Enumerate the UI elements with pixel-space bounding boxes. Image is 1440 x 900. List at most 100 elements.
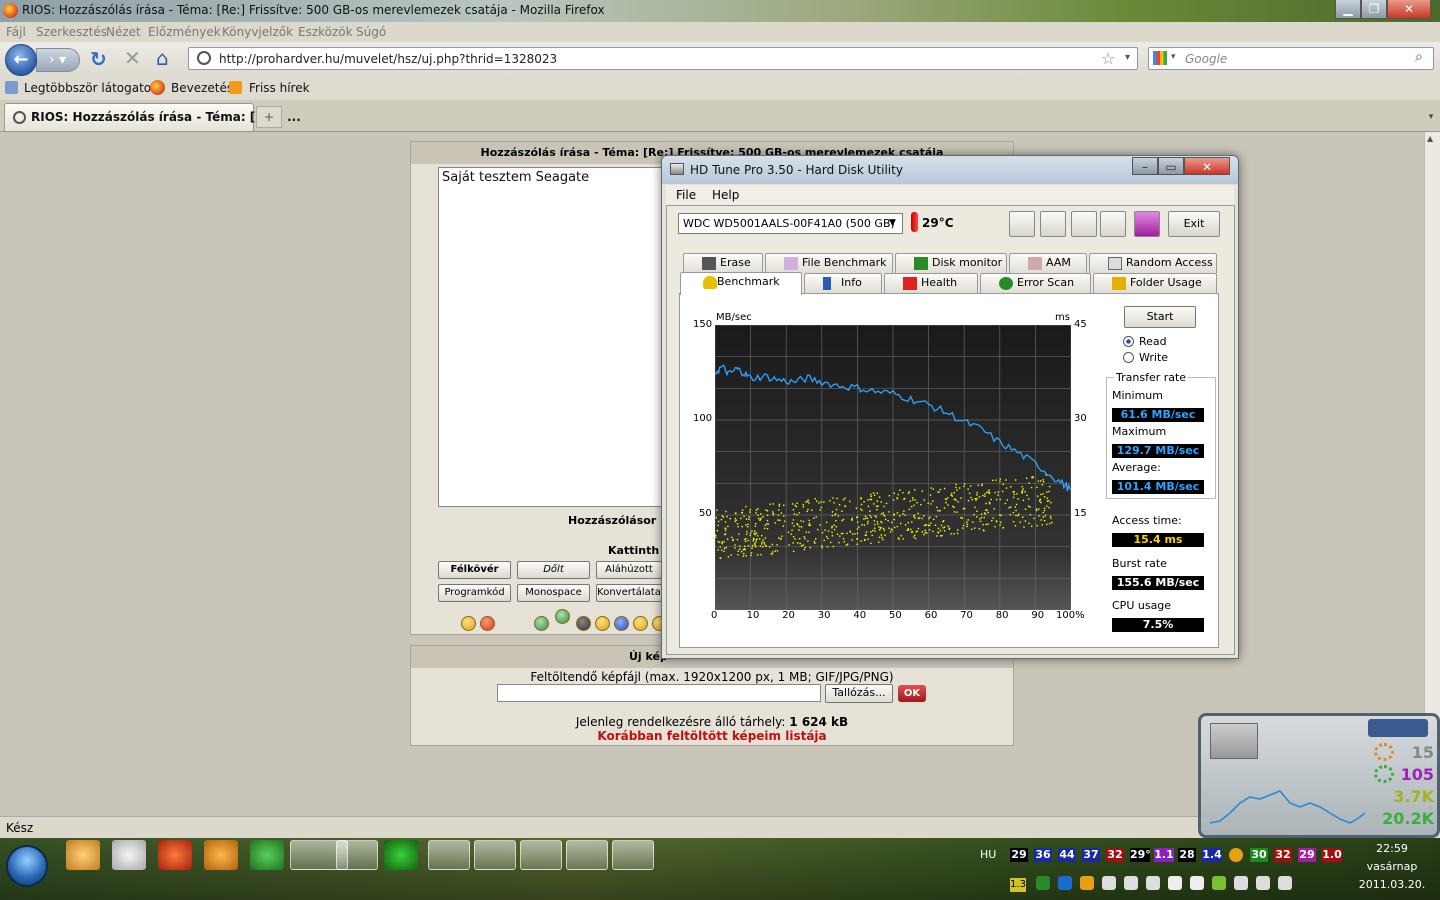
alien-smiley-icon[interactable] xyxy=(555,609,570,624)
menu-history[interactable]: Előzmények xyxy=(148,25,221,39)
dark-smiley-icon[interactable] xyxy=(576,616,591,631)
taskbar-app-icon[interactable] xyxy=(112,840,146,870)
tray-value[interactable]: 32 xyxy=(1106,848,1124,862)
google-icon[interactable] xyxy=(1153,51,1167,65)
info-icon[interactable] xyxy=(1229,848,1243,862)
bookmark-getting-started[interactable]: Bevezetés xyxy=(171,81,233,95)
home-icon[interactable]: ⌂ xyxy=(156,46,169,70)
monospace-button[interactable]: Monospace xyxy=(517,584,590,602)
forward-button[interactable]: › ▾ xyxy=(36,48,80,72)
search-engine-dropdown-icon[interactable]: ▾ xyxy=(1171,52,1176,62)
tray-icon[interactable] xyxy=(1212,876,1226,890)
tray-icon[interactable] xyxy=(1278,876,1292,890)
bookmark-star-icon[interactable]: ☆ xyxy=(1101,49,1115,68)
clock[interactable]: 22:59 vasárnap 2011.03.20. xyxy=(1352,840,1432,900)
start-button[interactable] xyxy=(6,845,48,887)
taskbar-app-icon[interactable] xyxy=(158,840,192,870)
convert-button[interactable]: Konvertálata xyxy=(596,584,662,602)
reload-icon[interactable]: ↻ xyxy=(90,47,107,71)
tab-health[interactable]: Health xyxy=(884,273,978,293)
hdtune-minimize-button[interactable]: – xyxy=(1132,157,1158,175)
tray-icon[interactable] xyxy=(1102,876,1116,890)
write-radio[interactable] xyxy=(1123,352,1134,363)
italic-button[interactable]: Dőlt xyxy=(517,561,590,579)
bold-button[interactable]: Félkövér xyxy=(438,561,511,579)
tray-icon[interactable] xyxy=(1146,876,1160,890)
tray-value[interactable]: 29 xyxy=(1298,848,1316,862)
smiley-icon[interactable] xyxy=(595,616,610,631)
explorer-icon[interactable] xyxy=(566,840,608,870)
tray-value[interactable]: 36 xyxy=(1034,848,1052,862)
code-button[interactable]: Programkód xyxy=(438,584,511,602)
hdtune-close-button[interactable]: ✕ xyxy=(1184,157,1230,175)
scroll-up-icon[interactable]: ▲ xyxy=(1427,134,1433,143)
maximize-button[interactable]: ❐ xyxy=(1361,0,1387,19)
tab-folder-usage[interactable]: Folder Usage xyxy=(1093,273,1217,293)
options-icon[interactable] xyxy=(1040,211,1066,237)
firefox-taskbar-icon[interactable] xyxy=(520,840,562,870)
sad-smiley-icon[interactable] xyxy=(633,616,648,631)
copy-icon[interactable] xyxy=(1009,211,1035,237)
taskbar-running-app[interactable] xyxy=(474,840,516,870)
green-smiley-icon[interactable] xyxy=(534,616,549,631)
tray-icon[interactable] xyxy=(1256,876,1270,890)
tray-value[interactable]: 29 xyxy=(1010,848,1028,862)
language-indicator[interactable]: HU xyxy=(980,848,996,861)
tray-icon[interactable] xyxy=(1190,876,1204,890)
stop-icon[interactable]: ✕ xyxy=(124,46,141,70)
post-textarea[interactable]: Saját tesztem Seagate xyxy=(438,167,668,507)
browse-button[interactable]: Tallózás... xyxy=(825,684,893,703)
taskbar-app-icon[interactable] xyxy=(384,840,418,870)
search-icon[interactable]: ⌕ xyxy=(1415,49,1423,65)
menu-bookmarks[interactable]: Könyvjelzők xyxy=(222,25,293,39)
tray-icon[interactable] xyxy=(1036,876,1050,890)
tray-value[interactable]: 29° xyxy=(1130,848,1151,862)
tray-icon[interactable] xyxy=(1058,876,1072,890)
tray-value[interactable]: 30 xyxy=(1250,848,1268,862)
new-tab-button[interactable]: + xyxy=(256,106,282,128)
tab-error-scan[interactable]: Error Scan xyxy=(980,273,1091,293)
tab-benchmark[interactable]: Benchmark xyxy=(680,272,802,295)
exit-button[interactable]: Exit xyxy=(1168,211,1220,237)
tray-value[interactable]: 37 xyxy=(1082,848,1100,862)
smiley-icon[interactable] xyxy=(461,616,476,631)
angry-smiley-icon[interactable] xyxy=(480,616,495,631)
tray-value[interactable]: 1.0 xyxy=(1322,848,1342,862)
settings-icon[interactable] xyxy=(1100,211,1126,237)
skype-icon[interactable] xyxy=(428,840,470,870)
bookmark-latest-headlines[interactable]: Friss hírek xyxy=(249,81,310,95)
close-button[interactable]: ✕ xyxy=(1387,0,1431,19)
menu-edit[interactable]: Szerkesztés xyxy=(36,25,107,39)
hdtune-maximize-button[interactable]: ▭ xyxy=(1158,157,1184,175)
tray-icon[interactable] xyxy=(1168,876,1182,890)
tray-icon[interactable] xyxy=(1124,876,1138,890)
bookmark-most-visited[interactable]: Legtöbbször látogatott xyxy=(24,81,161,95)
tray-value[interactable]: 44 xyxy=(1058,848,1076,862)
tray-value[interactable]: 1.4 xyxy=(1202,848,1222,862)
taskbar-app-icon[interactable] xyxy=(204,840,238,870)
tray-value[interactable]: 28 xyxy=(1178,848,1196,862)
tray-value[interactable]: 1.1 xyxy=(1154,848,1174,862)
taskbar-running-app[interactable] xyxy=(336,840,378,870)
menu-tools[interactable]: Eszközök xyxy=(298,25,353,39)
tab-list-icon[interactable]: ▾ xyxy=(1424,106,1438,128)
tab-info[interactable]: Info xyxy=(804,273,882,293)
uploaded-images-link[interactable]: Korábban feltöltött képeim listája xyxy=(410,729,1014,743)
tab-disk-monitor[interactable]: Disk monitor xyxy=(895,253,1007,273)
read-radio[interactable] xyxy=(1123,336,1134,347)
menu-view[interactable]: Nézet xyxy=(106,25,141,39)
menu-file[interactable]: Fájl xyxy=(6,25,26,39)
hdtune-taskbar-icon[interactable] xyxy=(612,840,654,870)
hdtune-menu-help[interactable]: Help xyxy=(712,188,739,202)
tab-random-access[interactable]: Random Access xyxy=(1089,253,1217,273)
drive-select[interactable]: WDC WD5001AALS-00F41A0 (500 GB) ▼ xyxy=(678,213,903,234)
start-button[interactable]: Start xyxy=(1124,306,1196,328)
blue-smiley-icon[interactable] xyxy=(614,616,629,631)
hdtune-menu-file[interactable]: File xyxy=(676,188,696,202)
menu-help[interactable]: Súgó xyxy=(356,25,386,39)
back-button[interactable]: ← xyxy=(5,44,37,76)
tab-erase[interactable]: Erase xyxy=(683,253,763,273)
minimize-button[interactable]: ▁ xyxy=(1335,0,1361,19)
taskbar-app-icon[interactable] xyxy=(66,840,100,870)
tray-icon[interactable] xyxy=(1234,876,1248,890)
